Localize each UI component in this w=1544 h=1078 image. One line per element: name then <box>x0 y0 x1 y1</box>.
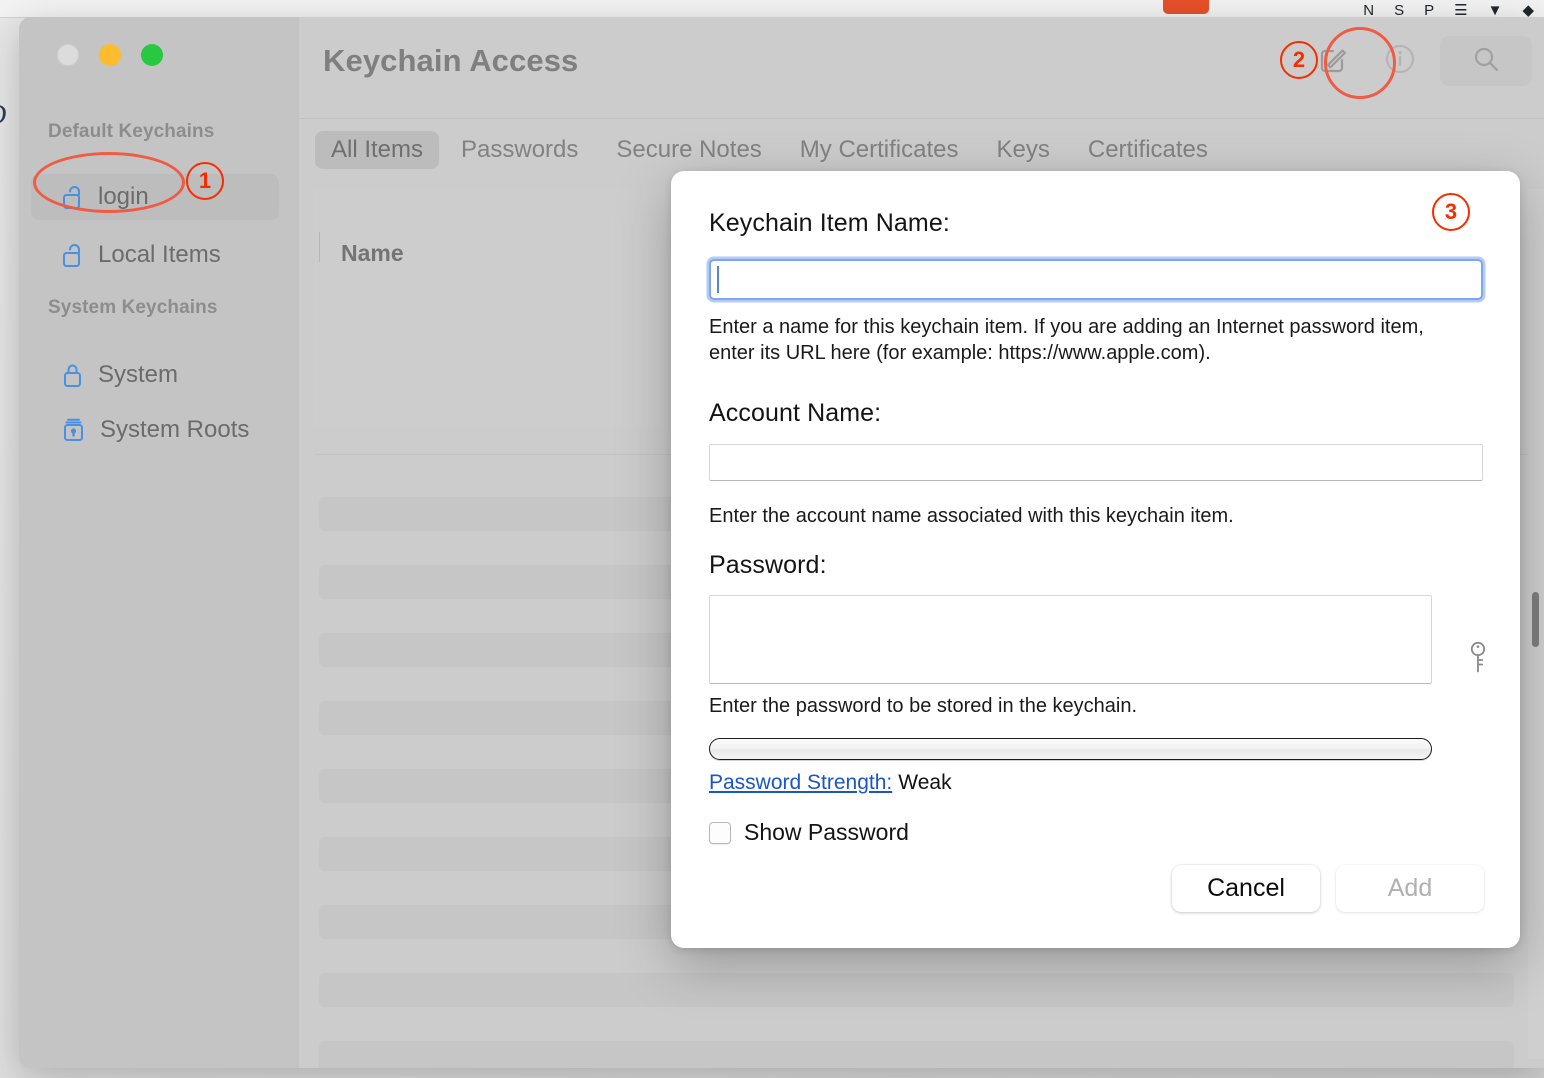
sidebar-item-label: System <box>98 361 179 388</box>
show-password-row[interactable]: Show Password <box>709 819 909 846</box>
screen: D N S P ☰ ▼ ◆ Default Keychains <box>0 0 1544 1078</box>
annotation-marker-1: 1 <box>186 162 224 200</box>
minimize-button[interactable] <box>99 44 121 66</box>
unlocked-padlock-icon <box>61 242 85 268</box>
menubar-item[interactable]: ☰ <box>1454 3 1467 17</box>
menubar-item[interactable]: ◆ <box>1522 3 1534 17</box>
cancel-button[interactable]: Cancel <box>1172 865 1320 912</box>
text-caret <box>717 266 719 293</box>
tab-passwords[interactable]: Passwords <box>445 131 594 169</box>
tab-certificates[interactable]: Certificates <box>1072 131 1224 169</box>
vertical-scrollbar[interactable] <box>1531 197 1543 1057</box>
menubar-status-items: N S P ☰ ▼ ◆ <box>1363 0 1534 17</box>
magnifier-icon <box>1471 44 1501 79</box>
tab-bar: All Items Passwords Secure Notes My Cert… <box>315 127 1224 173</box>
keychain-item-name-label: Keychain Item Name: <box>709 209 950 237</box>
password-input[interactable] <box>709 595 1432 684</box>
close-button[interactable] <box>57 44 79 66</box>
tab-my-certificates[interactable]: My Certificates <box>784 131 975 169</box>
tab-secure-notes[interactable]: Secure Notes <box>600 131 777 169</box>
menubar-item[interactable]: P <box>1424 3 1434 17</box>
sidebar-section-title-default: Default Keychains <box>48 121 215 142</box>
password-strength-link[interactable]: Password Strength: <box>709 771 892 795</box>
account-name-input[interactable] <box>709 444 1483 481</box>
column-separator <box>319 232 320 262</box>
sidebar-item-label: System Roots <box>100 416 250 443</box>
annotation-marker-3: 3 <box>1432 193 1470 231</box>
show-password-label: Show Password <box>744 819 909 845</box>
annotation-marker-2: 2 <box>1280 41 1318 79</box>
annotation-ellipse-login <box>33 152 185 213</box>
tab-keys[interactable]: Keys <box>981 131 1066 169</box>
account-name-help: Enter the account name associated with t… <box>709 505 1234 527</box>
desktop-icon-partial: D <box>0 100 6 132</box>
page-title: Keychain Access <box>323 43 579 78</box>
menubar-item[interactable]: S <box>1394 3 1404 17</box>
maximize-button[interactable] <box>141 44 163 66</box>
sidebar-section-title-system: System Keychains <box>48 297 218 318</box>
password-strength-value: Weak <box>898 771 952 794</box>
password-strength-bar <box>709 738 1432 760</box>
tab-all-items[interactable]: All Items <box>315 131 440 169</box>
menubar-item[interactable]: N <box>1363 3 1374 17</box>
keychain-item-name-help: Enter a name for this keychain item. If … <box>709 316 1424 364</box>
menubar-badge-icon <box>1163 0 1209 14</box>
show-password-checkbox[interactable] <box>709 821 731 844</box>
password-assistant-button[interactable] <box>1461 639 1495 681</box>
sidebar-item-label: Local Items <box>98 241 221 268</box>
add-button[interactable]: Add <box>1336 865 1484 912</box>
sidebar-item-system-roots[interactable]: System Roots <box>31 407 279 453</box>
keychain-item-name-input[interactable] <box>709 259 1483 300</box>
scrollbar-thumb[interactable] <box>1532 592 1539 647</box>
sidebar-item-system[interactable]: System <box>31 352 279 398</box>
menubar-item[interactable]: ▼ <box>1488 3 1503 17</box>
password-label: Password: <box>709 551 827 579</box>
annotation-ellipse-new-item <box>1324 27 1396 99</box>
dialog-buttons: Cancel Add <box>1172 865 1484 912</box>
key-icon <box>1466 640 1490 681</box>
locked-padlock-icon <box>61 362 85 388</box>
password-strength-row: Password Strength: Weak <box>709 771 952 795</box>
toolbar-divider <box>299 118 1544 119</box>
password-help: Enter the password to be stored in the k… <box>709 695 1138 717</box>
new-password-dialog: Keychain Item Name: Enter a name for thi… <box>671 171 1520 948</box>
list-item[interactable] <box>319 973 1514 1007</box>
account-name-label: Account Name: <box>709 399 882 427</box>
list-item[interactable] <box>319 1041 1514 1068</box>
column-header-name[interactable]: Name <box>341 240 404 267</box>
search-input[interactable] <box>1440 36 1532 86</box>
certificate-padlock-icon <box>61 417 87 443</box>
window-controls <box>57 44 163 66</box>
sidebar-item-local-items[interactable]: Local Items <box>31 232 279 278</box>
menu-bar: N S P ☰ ▼ ◆ <box>0 0 1544 18</box>
